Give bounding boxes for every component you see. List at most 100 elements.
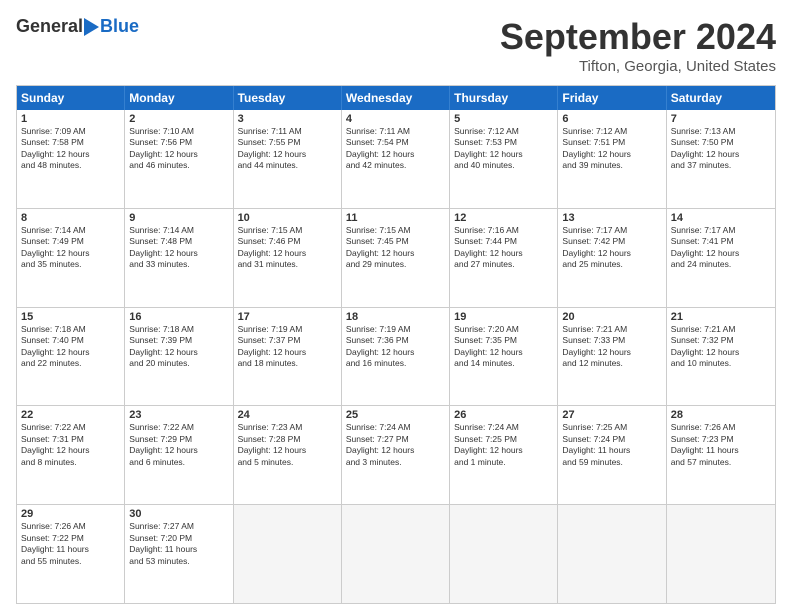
day-info: Sunrise: 7:20 AM Sunset: 7:35 PM Dayligh… (454, 324, 553, 370)
day-number: 23 (129, 409, 228, 421)
day-number: 17 (238, 311, 337, 323)
day-number: 19 (454, 311, 553, 323)
day-number: 10 (238, 212, 337, 224)
day-info: Sunrise: 7:21 AM Sunset: 7:32 PM Dayligh… (671, 324, 771, 370)
day-number: 1 (21, 113, 120, 125)
day-cell-29: 29Sunrise: 7:26 AM Sunset: 7:22 PM Dayli… (17, 505, 125, 603)
day-cell-19: 19Sunrise: 7:20 AM Sunset: 7:35 PM Dayli… (450, 308, 558, 406)
day-info: Sunrise: 7:09 AM Sunset: 7:58 PM Dayligh… (21, 126, 120, 172)
day-number: 22 (21, 409, 120, 421)
day-number: 28 (671, 409, 771, 421)
day-info: Sunrise: 7:11 AM Sunset: 7:54 PM Dayligh… (346, 126, 445, 172)
day-info: Sunrise: 7:14 AM Sunset: 7:48 PM Dayligh… (129, 225, 228, 271)
day-cell-12: 12Sunrise: 7:16 AM Sunset: 7:44 PM Dayli… (450, 209, 558, 307)
day-cell-18: 18Sunrise: 7:19 AM Sunset: 7:36 PM Dayli… (342, 308, 450, 406)
day-cell-14: 14Sunrise: 7:17 AM Sunset: 7:41 PM Dayli… (667, 209, 775, 307)
calendar-row-4: 22Sunrise: 7:22 AM Sunset: 7:31 PM Dayli… (17, 405, 775, 504)
day-cell-5: 5Sunrise: 7:12 AM Sunset: 7:53 PM Daylig… (450, 110, 558, 208)
empty-cell-r4c2 (234, 505, 342, 603)
day-number: 13 (562, 212, 661, 224)
day-number: 21 (671, 311, 771, 323)
header-day-friday: Friday (558, 86, 666, 110)
header-day-sunday: Sunday (17, 86, 125, 110)
day-info: Sunrise: 7:18 AM Sunset: 7:39 PM Dayligh… (129, 324, 228, 370)
day-cell-25: 25Sunrise: 7:24 AM Sunset: 7:27 PM Dayli… (342, 406, 450, 504)
day-cell-6: 6Sunrise: 7:12 AM Sunset: 7:51 PM Daylig… (558, 110, 666, 208)
page: General Blue September 2024 Tifton, Geor… (0, 0, 792, 612)
title-block: September 2024 Tifton, Georgia, United S… (500, 16, 776, 75)
day-number: 14 (671, 212, 771, 224)
day-number: 27 (562, 409, 661, 421)
day-info: Sunrise: 7:19 AM Sunset: 7:37 PM Dayligh… (238, 324, 337, 370)
day-number: 8 (21, 212, 120, 224)
day-number: 24 (238, 409, 337, 421)
day-info: Sunrise: 7:13 AM Sunset: 7:50 PM Dayligh… (671, 126, 771, 172)
day-info: Sunrise: 7:17 AM Sunset: 7:41 PM Dayligh… (671, 225, 771, 271)
day-number: 15 (21, 311, 120, 323)
day-number: 4 (346, 113, 445, 125)
location: Tifton, Georgia, United States (500, 58, 776, 75)
day-cell-13: 13Sunrise: 7:17 AM Sunset: 7:42 PM Dayli… (558, 209, 666, 307)
day-number: 16 (129, 311, 228, 323)
day-info: Sunrise: 7:18 AM Sunset: 7:40 PM Dayligh… (21, 324, 120, 370)
day-number: 12 (454, 212, 553, 224)
day-cell-22: 22Sunrise: 7:22 AM Sunset: 7:31 PM Dayli… (17, 406, 125, 504)
day-info: Sunrise: 7:26 AM Sunset: 7:22 PM Dayligh… (21, 521, 120, 567)
calendar-header: SundayMondayTuesdayWednesdayThursdayFrid… (17, 86, 775, 110)
day-cell-15: 15Sunrise: 7:18 AM Sunset: 7:40 PM Dayli… (17, 308, 125, 406)
day-info: Sunrise: 7:23 AM Sunset: 7:28 PM Dayligh… (238, 422, 337, 468)
day-number: 18 (346, 311, 445, 323)
day-info: Sunrise: 7:19 AM Sunset: 7:36 PM Dayligh… (346, 324, 445, 370)
day-number: 5 (454, 113, 553, 125)
day-cell-20: 20Sunrise: 7:21 AM Sunset: 7:33 PM Dayli… (558, 308, 666, 406)
calendar-row-3: 15Sunrise: 7:18 AM Sunset: 7:40 PM Dayli… (17, 307, 775, 406)
day-cell-2: 2Sunrise: 7:10 AM Sunset: 7:56 PM Daylig… (125, 110, 233, 208)
day-cell-17: 17Sunrise: 7:19 AM Sunset: 7:37 PM Dayli… (234, 308, 342, 406)
empty-cell-r4c4 (450, 505, 558, 603)
day-number: 11 (346, 212, 445, 224)
empty-cell-r4c6 (667, 505, 775, 603)
day-info: Sunrise: 7:24 AM Sunset: 7:27 PM Dayligh… (346, 422, 445, 468)
day-info: Sunrise: 7:26 AM Sunset: 7:23 PM Dayligh… (671, 422, 771, 468)
header-day-monday: Monday (125, 86, 233, 110)
day-info: Sunrise: 7:27 AM Sunset: 7:20 PM Dayligh… (129, 521, 228, 567)
calendar-body: 1Sunrise: 7:09 AM Sunset: 7:58 PM Daylig… (17, 110, 775, 603)
day-number: 3 (238, 113, 337, 125)
day-info: Sunrise: 7:12 AM Sunset: 7:53 PM Dayligh… (454, 126, 553, 172)
header: General Blue September 2024 Tifton, Geor… (16, 16, 776, 75)
day-cell-21: 21Sunrise: 7:21 AM Sunset: 7:32 PM Dayli… (667, 308, 775, 406)
day-info: Sunrise: 7:15 AM Sunset: 7:46 PM Dayligh… (238, 225, 337, 271)
day-cell-3: 3Sunrise: 7:11 AM Sunset: 7:55 PM Daylig… (234, 110, 342, 208)
day-info: Sunrise: 7:25 AM Sunset: 7:24 PM Dayligh… (562, 422, 661, 468)
calendar-row-2: 8Sunrise: 7:14 AM Sunset: 7:49 PM Daylig… (17, 208, 775, 307)
day-cell-7: 7Sunrise: 7:13 AM Sunset: 7:50 PM Daylig… (667, 110, 775, 208)
empty-cell-r4c5 (558, 505, 666, 603)
day-info: Sunrise: 7:15 AM Sunset: 7:45 PM Dayligh… (346, 225, 445, 271)
day-number: 29 (21, 508, 120, 520)
day-cell-30: 30Sunrise: 7:27 AM Sunset: 7:20 PM Dayli… (125, 505, 233, 603)
header-day-saturday: Saturday (667, 86, 775, 110)
day-number: 2 (129, 113, 228, 125)
day-cell-1: 1Sunrise: 7:09 AM Sunset: 7:58 PM Daylig… (17, 110, 125, 208)
day-cell-9: 9Sunrise: 7:14 AM Sunset: 7:48 PM Daylig… (125, 209, 233, 307)
day-number: 30 (129, 508, 228, 520)
day-info: Sunrise: 7:17 AM Sunset: 7:42 PM Dayligh… (562, 225, 661, 271)
day-cell-24: 24Sunrise: 7:23 AM Sunset: 7:28 PM Dayli… (234, 406, 342, 504)
header-day-wednesday: Wednesday (342, 86, 450, 110)
calendar: SundayMondayTuesdayWednesdayThursdayFrid… (16, 85, 776, 604)
day-number: 9 (129, 212, 228, 224)
day-info: Sunrise: 7:24 AM Sunset: 7:25 PM Dayligh… (454, 422, 553, 468)
month-title: September 2024 (500, 16, 776, 58)
calendar-row-5: 29Sunrise: 7:26 AM Sunset: 7:22 PM Dayli… (17, 504, 775, 603)
logo-blue-text: Blue (100, 16, 139, 37)
day-number: 25 (346, 409, 445, 421)
day-number: 20 (562, 311, 661, 323)
day-cell-26: 26Sunrise: 7:24 AM Sunset: 7:25 PM Dayli… (450, 406, 558, 504)
day-number: 6 (562, 113, 661, 125)
day-info: Sunrise: 7:22 AM Sunset: 7:29 PM Dayligh… (129, 422, 228, 468)
header-day-tuesday: Tuesday (234, 86, 342, 110)
day-info: Sunrise: 7:21 AM Sunset: 7:33 PM Dayligh… (562, 324, 661, 370)
logo: General Blue (16, 16, 139, 37)
day-cell-4: 4Sunrise: 7:11 AM Sunset: 7:54 PM Daylig… (342, 110, 450, 208)
day-cell-23: 23Sunrise: 7:22 AM Sunset: 7:29 PM Dayli… (125, 406, 233, 504)
